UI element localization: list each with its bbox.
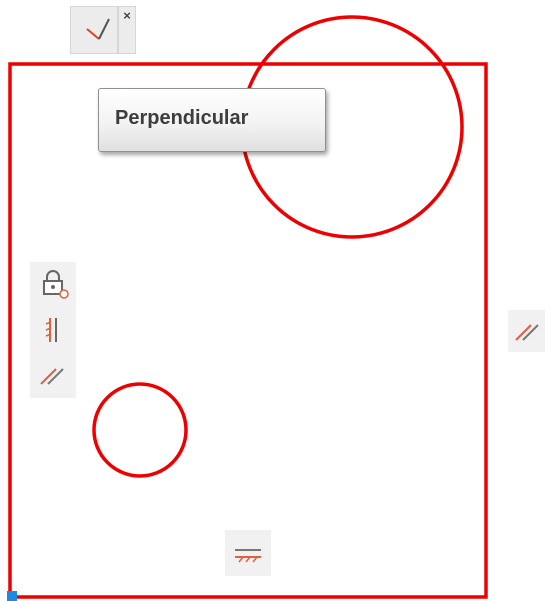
parallel-icon[interactable] xyxy=(36,358,70,392)
tooltip: Perpendicular xyxy=(98,88,326,152)
bottom-constraint-panel xyxy=(225,530,271,576)
close-toolbar-button[interactable]: × xyxy=(118,6,136,54)
collinear-icon[interactable] xyxy=(36,312,70,346)
sketch-circle-small[interactable] xyxy=(92,382,188,478)
parallel-icon[interactable] xyxy=(510,314,544,348)
horizontal-icon[interactable] xyxy=(231,536,265,570)
fix-lock-icon[interactable] xyxy=(36,266,70,300)
side-constraint-panel xyxy=(508,310,545,352)
left-constraint-panel xyxy=(30,262,76,398)
selection-grip-handle[interactable] xyxy=(7,591,17,601)
constraint-toolbar xyxy=(70,6,118,54)
perpendicular-icon[interactable] xyxy=(77,13,113,49)
